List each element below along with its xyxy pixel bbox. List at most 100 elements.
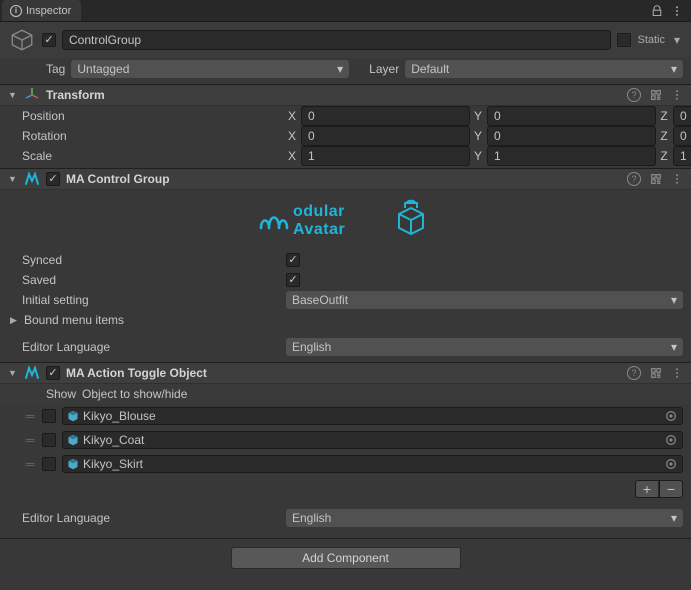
axis-x-label: X — [286, 109, 298, 123]
kebab-menu-icon[interactable] — [671, 89, 683, 101]
kebab-menu-icon[interactable] — [671, 5, 683, 17]
object-picker-icon[interactable] — [664, 433, 678, 447]
show-checkbox[interactable] — [42, 457, 56, 471]
column-object-label: Object to show/hide — [82, 387, 187, 401]
toggle-object-header[interactable]: ▼ MA Action Toggle Object ? — [0, 362, 691, 384]
axis-z-label: Z — [658, 129, 670, 143]
object-field[interactable]: Kikyo_Skirt — [62, 455, 683, 473]
editor-language-value: English — [292, 340, 331, 354]
object-list-header: Show Object to show/hide — [0, 384, 691, 404]
tag-layer-row: Tag Untagged▾ Layer Default▾ — [0, 58, 691, 84]
control-group-title: MA Control Group — [66, 172, 170, 186]
foldout-icon[interactable]: ▶ — [10, 315, 20, 326]
list-footer: + − — [0, 476, 691, 502]
inspector-tab-label: Inspector — [26, 5, 71, 17]
editor-language-row: Editor Language English ▾ — [0, 336, 691, 362]
axis-y-label: Y — [472, 109, 484, 123]
help-icon[interactable]: ? — [627, 366, 641, 380]
transform-icon — [24, 87, 40, 103]
object-field[interactable]: Kikyo_Coat — [62, 431, 683, 449]
ma-icon — [24, 171, 40, 187]
inspector-tab-bar: i Inspector — [0, 0, 691, 22]
transform-header[interactable]: ▼ Transform ? — [0, 84, 691, 106]
preset-icon[interactable] — [649, 172, 663, 186]
remove-item-button[interactable]: − — [659, 480, 683, 498]
editor-language-label: Editor Language — [22, 511, 282, 525]
initial-setting-label: Initial setting — [22, 293, 282, 307]
axis-z-label: Z — [658, 149, 670, 163]
static-dropdown-arrow[interactable]: ▾ — [671, 30, 683, 50]
ma-icon — [24, 365, 40, 381]
gameobject-active-checkbox[interactable] — [42, 33, 56, 47]
kebab-menu-icon[interactable] — [671, 173, 683, 185]
gameobject-name-input[interactable] — [62, 30, 611, 50]
object-picker-icon[interactable] — [664, 457, 678, 471]
position-label: Position — [22, 109, 282, 123]
editor-language-label: Editor Language — [22, 340, 282, 354]
help-icon[interactable]: ? — [627, 172, 641, 186]
show-checkbox[interactable] — [42, 409, 56, 423]
help-icon[interactable]: ? — [627, 88, 641, 102]
chevron-down-icon: ▾ — [671, 340, 677, 354]
preset-icon[interactable] — [649, 88, 663, 102]
bound-menu-items-row[interactable]: ▶ Bound menu items — [0, 310, 691, 330]
position-x-input[interactable] — [301, 106, 470, 126]
layer-dropdown[interactable]: Default▾ — [405, 60, 683, 78]
position-y-input[interactable] — [487, 106, 656, 126]
control-group-enabled-checkbox[interactable] — [46, 172, 60, 186]
saved-label: Saved — [22, 273, 282, 287]
gameobject-header: Static ▾ — [0, 22, 691, 58]
synced-checkbox[interactable] — [286, 253, 300, 267]
position-row: Position X Y Z — [0, 106, 691, 126]
drag-handle-icon[interactable]: ═ — [22, 457, 36, 471]
inspector-tab[interactable]: i Inspector — [2, 0, 81, 21]
object-name: Kikyo_Coat — [83, 433, 144, 447]
object-row: ═ Kikyo_Skirt — [0, 452, 691, 476]
svg-text:Avatar: Avatar — [293, 221, 345, 238]
editor-language-dropdown[interactable]: English▾ — [286, 509, 683, 527]
tag-label: Tag — [46, 62, 65, 76]
synced-row: Synced — [0, 250, 691, 270]
rotation-x-input[interactable] — [301, 126, 470, 146]
scale-z-input[interactable] — [673, 146, 691, 166]
axis-x-label: X — [286, 149, 298, 163]
editor-language-dropdown[interactable]: English ▾ — [286, 338, 683, 356]
add-item-button[interactable]: + — [635, 480, 659, 498]
add-component-label: Add Component — [302, 551, 389, 565]
scale-x-input[interactable] — [301, 146, 470, 166]
rotation-y-input[interactable] — [487, 126, 656, 146]
foldout-icon[interactable]: ▼ — [8, 368, 18, 378]
foldout-icon[interactable]: ▼ — [8, 90, 18, 100]
control-group-header[interactable]: ▼ MA Control Group ? — [0, 168, 691, 190]
position-z-input[interactable] — [673, 106, 691, 126]
static-checkbox[interactable] — [617, 33, 631, 47]
drag-handle-icon[interactable]: ═ — [22, 433, 36, 447]
object-picker-icon[interactable] — [664, 409, 678, 423]
tag-dropdown[interactable]: Untagged▾ — [71, 60, 349, 78]
svg-text:odular: odular — [293, 203, 345, 220]
axis-z-label: Z — [658, 109, 670, 123]
saved-checkbox[interactable] — [286, 273, 300, 287]
transform-title: Transform — [46, 88, 105, 102]
layer-label: Layer — [369, 62, 399, 76]
show-checkbox[interactable] — [42, 433, 56, 447]
add-component-row: Add Component — [0, 539, 691, 577]
lock-icon[interactable] — [651, 5, 663, 17]
toggle-object-enabled-checkbox[interactable] — [46, 366, 60, 380]
add-component-button[interactable]: Add Component — [231, 547, 461, 569]
object-field[interactable]: Kikyo_Blouse — [62, 407, 683, 425]
drag-handle-icon[interactable]: ═ — [22, 409, 36, 423]
chevron-down-icon: ▾ — [671, 293, 677, 307]
kebab-menu-icon[interactable] — [671, 367, 683, 379]
foldout-icon[interactable]: ▼ — [8, 174, 18, 184]
initial-setting-dropdown[interactable]: BaseOutfit ▾ — [286, 291, 683, 309]
object-name: Kikyo_Skirt — [83, 457, 143, 471]
scale-y-input[interactable] — [487, 146, 656, 166]
gameobject-icon[interactable] — [8, 26, 36, 54]
rotation-z-input[interactable] — [673, 126, 691, 146]
chevron-down-icon: ▾ — [671, 62, 677, 76]
tag-value: Untagged — [77, 62, 129, 76]
object-row: ═ Kikyo_Blouse — [0, 404, 691, 428]
preset-icon[interactable] — [649, 366, 663, 380]
initial-setting-value: BaseOutfit — [292, 293, 348, 307]
